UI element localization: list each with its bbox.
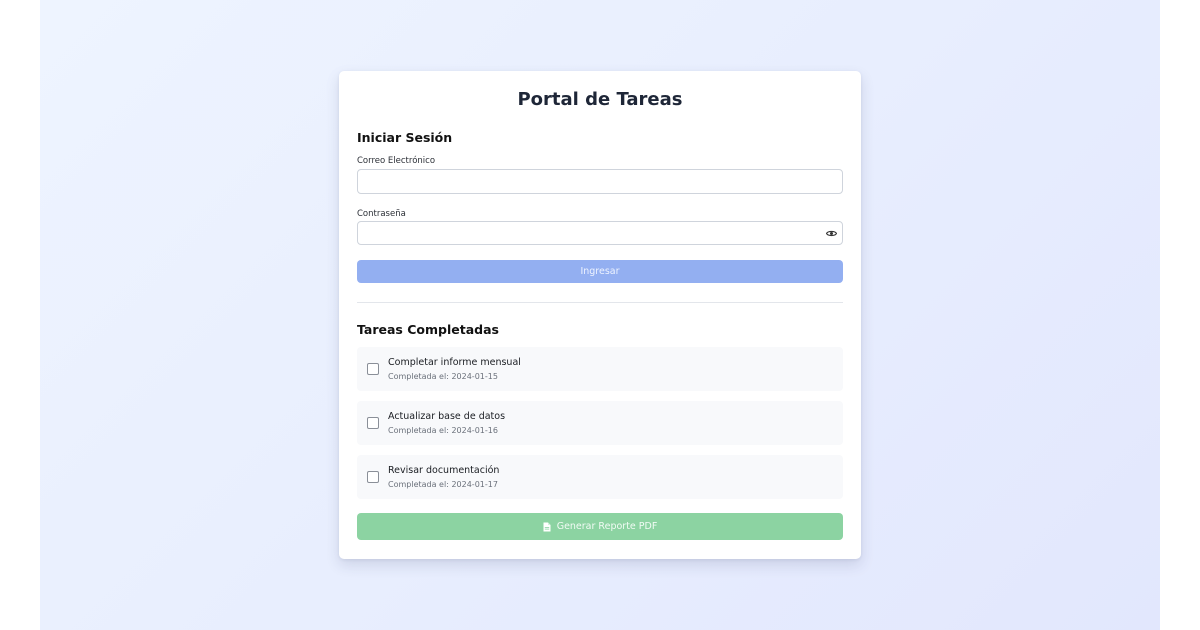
task-checkbox[interactable] bbox=[367, 417, 379, 429]
task-completed-date: Completada el: 2024-01-16 bbox=[388, 426, 498, 435]
task-list-item: Revisar documentación Completada el: 202… bbox=[357, 455, 843, 499]
login-button[interactable]: Ingresar bbox=[357, 260, 843, 283]
password-field[interactable] bbox=[357, 221, 843, 245]
email-label: Correo Electrónico bbox=[357, 156, 436, 166]
task-checkbox[interactable] bbox=[367, 363, 379, 375]
generate-report-button[interactable]: Generar Reporte PDF bbox=[357, 513, 843, 540]
report-button-label: Generar Reporte PDF bbox=[556, 521, 658, 532]
task-list-item: Completar informe mensual Completada el:… bbox=[357, 347, 843, 391]
login-section-title: Iniciar Sesión bbox=[357, 130, 453, 145]
section-divider bbox=[357, 302, 843, 303]
page-title: Portal de Tareas bbox=[517, 89, 683, 110]
task-name: Actualizar base de datos bbox=[388, 411, 506, 422]
task-name: Completar informe mensual bbox=[388, 357, 521, 368]
task-name: Revisar documentación bbox=[388, 465, 500, 476]
task-completed-date: Completada el: 2024-01-17 bbox=[388, 480, 498, 489]
password-label: Contraseña bbox=[357, 209, 406, 219]
portal-card: Portal de Tareas Iniciar Sesión Correo E… bbox=[339, 71, 861, 559]
task-checkbox[interactable] bbox=[367, 471, 379, 483]
task-completed-date: Completada el: 2024-01-15 bbox=[388, 372, 498, 381]
eye-icon[interactable] bbox=[825, 228, 837, 238]
task-list-item: Actualizar base de datos Completada el: … bbox=[357, 401, 843, 445]
email-field[interactable] bbox=[357, 169, 843, 194]
file-pdf-icon bbox=[543, 522, 551, 532]
tasks-section-title: Tareas Completadas bbox=[357, 322, 499, 337]
